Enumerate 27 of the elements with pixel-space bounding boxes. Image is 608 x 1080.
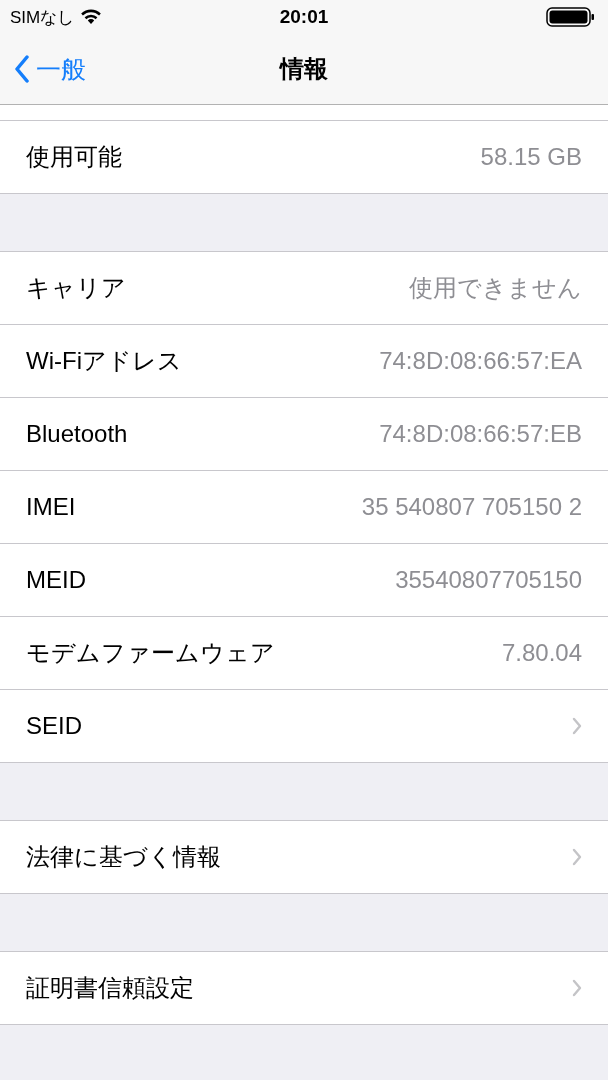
chevron-right-icon [572, 717, 582, 735]
chevron-right-icon [572, 848, 582, 866]
info-row: Wi-Fiアドレス 74:8D:08:66:57:EA [0, 325, 608, 398]
info-row: IMEI 35 540807 705150 2 [0, 471, 608, 544]
clock-time: 20:01 [278, 6, 330, 28]
row-value: 7.80.04 [501, 639, 582, 667]
back-button[interactable]: 一般 [0, 47, 86, 91]
info-row: モデムファームウェア 7.80.04 [0, 617, 608, 690]
info-row-text: 使用可能 58.15 GB [25, 142, 583, 173]
disclosure-row[interactable]: 法律に基づく情報 [0, 821, 608, 893]
chevron-left-icon [14, 55, 30, 83]
info-row: MEID 35540807705150 [0, 544, 608, 617]
disclosure-row[interactable]: 証明書信頼設定 [0, 952, 608, 1024]
wifi-icon [80, 9, 103, 25]
info-row: キャリア 使用できません [0, 252, 608, 325]
disclosure-row[interactable]: SEID [0, 690, 608, 762]
carrier-label: SIMなし [10, 6, 75, 29]
row-value: 35540807705150 [395, 566, 582, 594]
row-value: 58.15 GB [480, 143, 582, 171]
chevron-right-icon [572, 979, 582, 997]
battery-icon [546, 6, 596, 28]
row-value: 使用できません [409, 273, 582, 303]
row-value: 35 540807 705150 2 [361, 493, 582, 521]
row-value: 74:8D:08:66:57:EB [379, 420, 582, 448]
screen-title: 情報 [278, 54, 329, 84]
info-row: Bluetooth 74:8D:08:66:57:EB [0, 398, 608, 471]
row-value: 74:8D:08:66:57:EA [379, 347, 582, 375]
